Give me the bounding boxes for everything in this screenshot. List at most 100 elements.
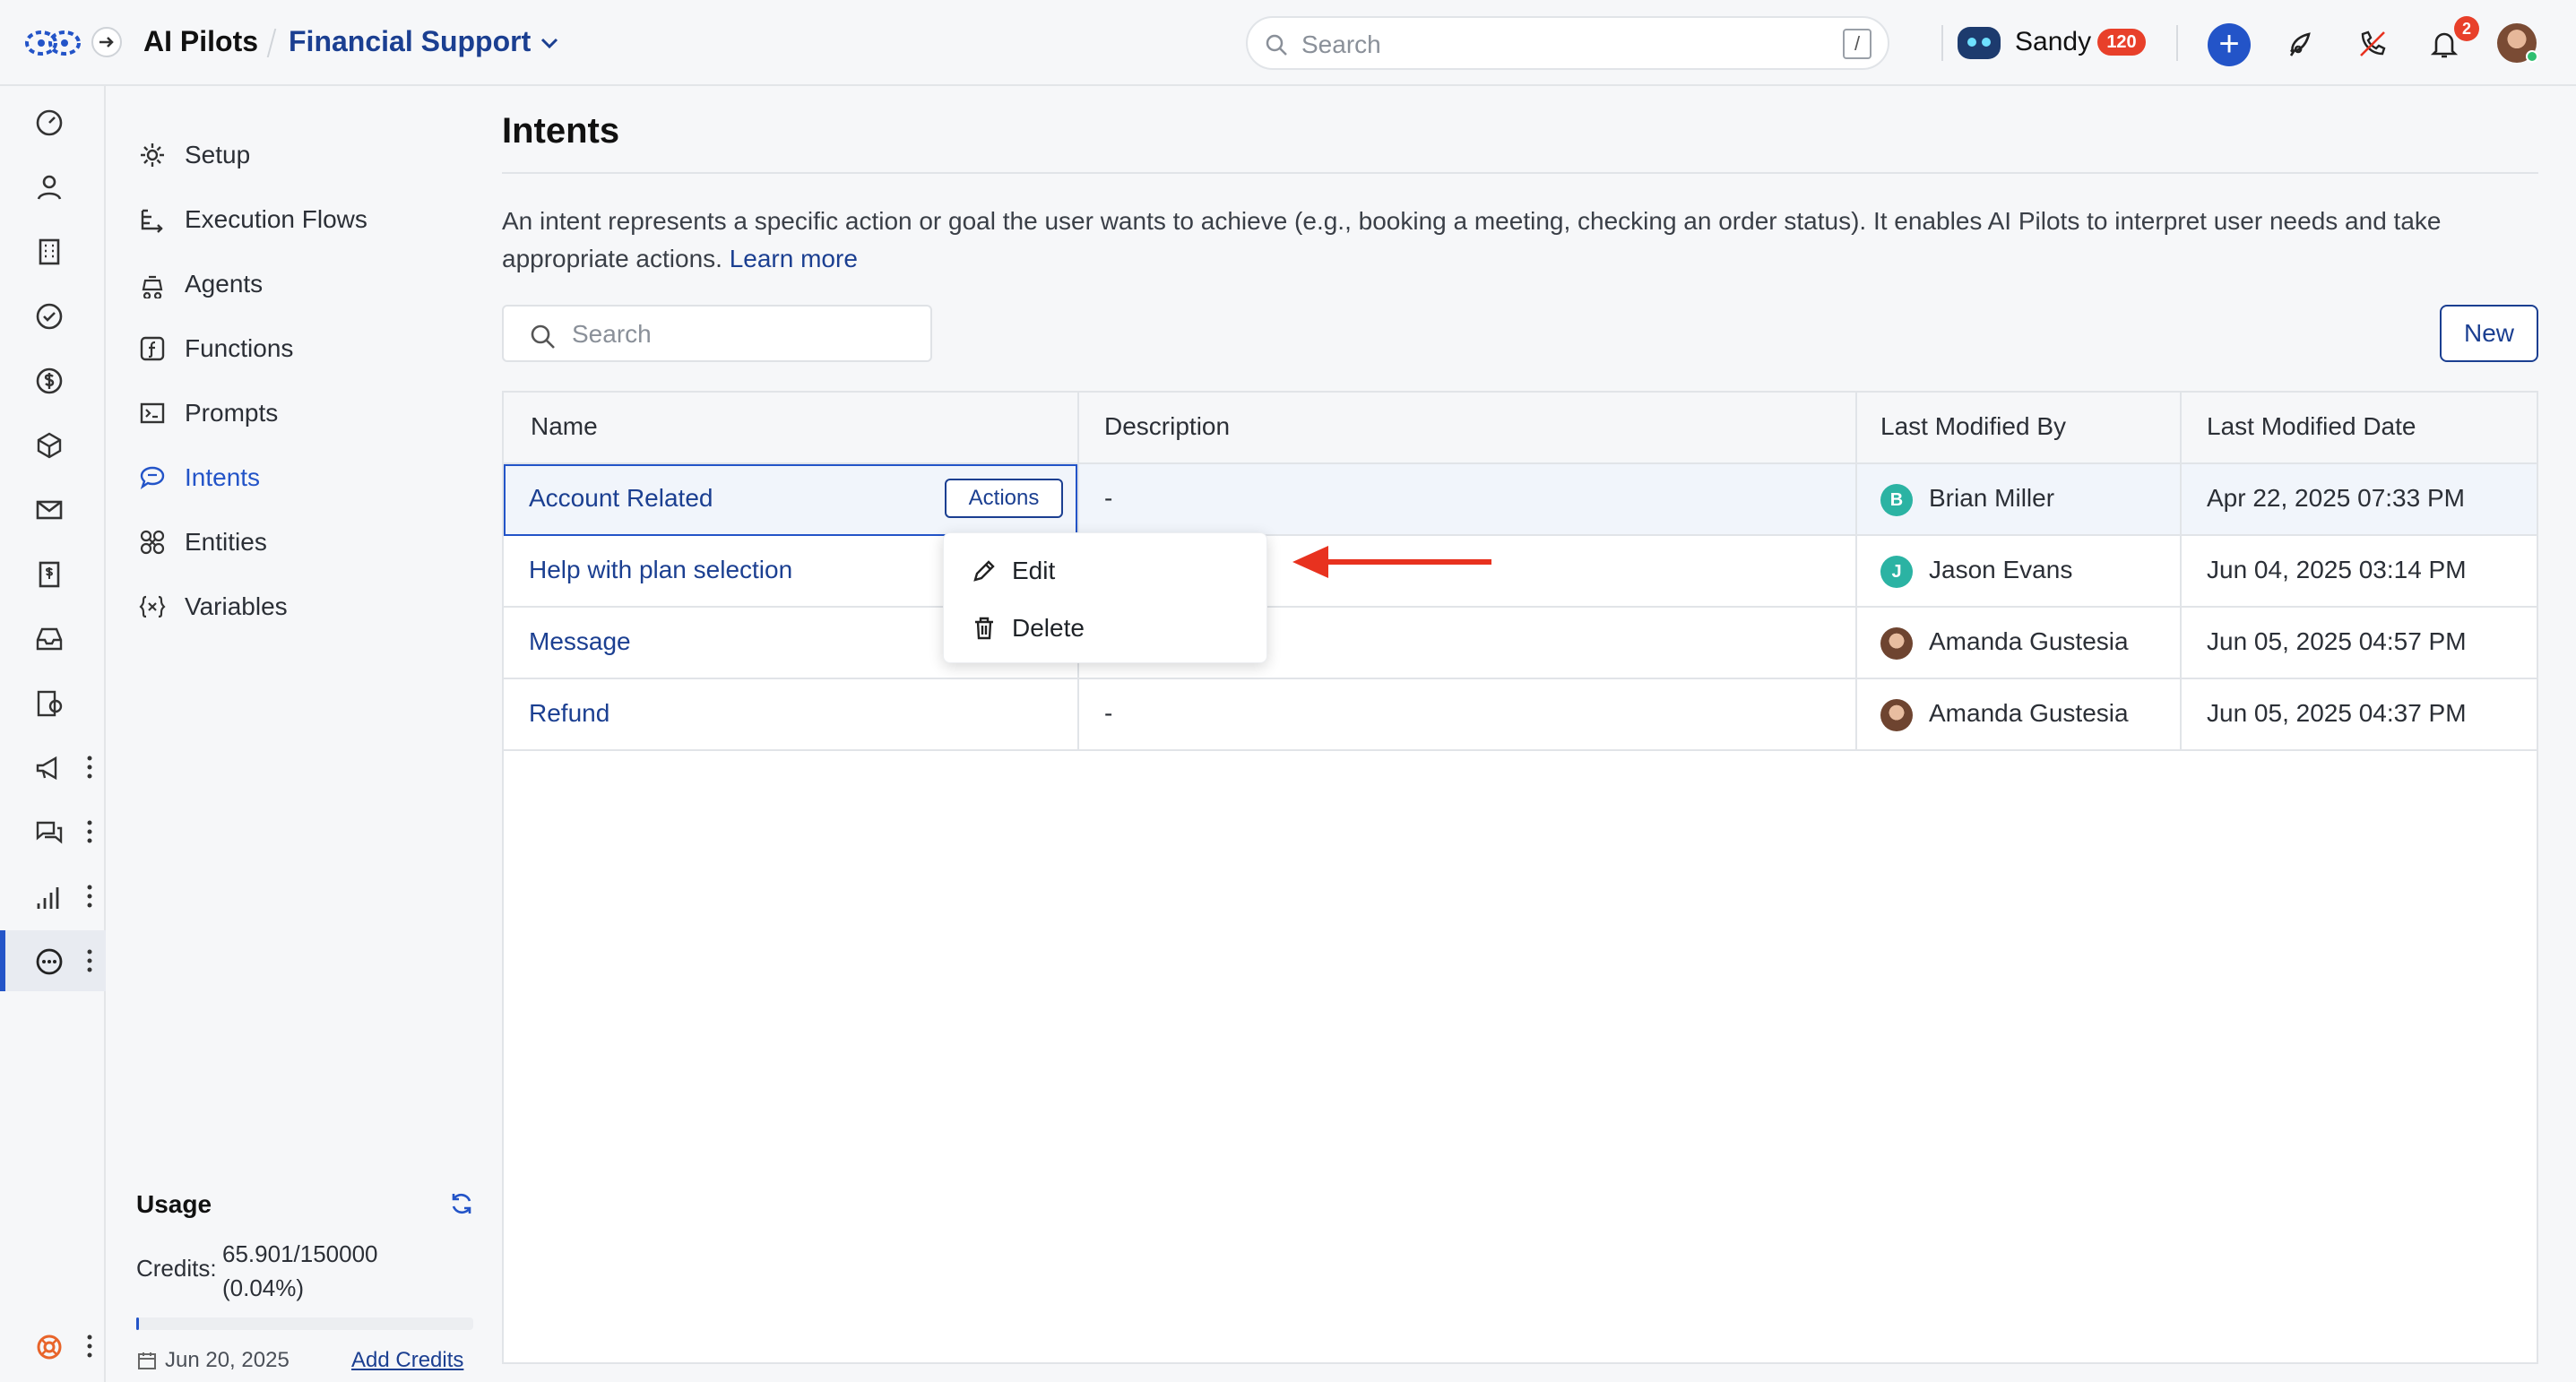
online-status-dot xyxy=(2526,50,2538,63)
subnav-item-execution-flows[interactable]: Execution Flows xyxy=(138,197,479,242)
actions-button[interactable]: Actions xyxy=(945,479,1063,518)
rail-mail[interactable] xyxy=(0,479,106,540)
table-row[interactable]: Refund - Amanda Gustesia Jun 05, 2025 04… xyxy=(504,679,2537,751)
subnav-item-setup[interactable]: Setup xyxy=(138,133,479,177)
user-name[interactable]: Sandy xyxy=(2015,27,2091,57)
more-vertical-icon[interactable] xyxy=(86,945,93,977)
intent-name-link[interactable]: Refund xyxy=(529,699,609,728)
logo-icon[interactable] xyxy=(23,27,82,59)
rail-ai-pilots[interactable] xyxy=(0,930,106,991)
subnav-label: Execution Flows xyxy=(185,205,367,233)
more-vertical-icon[interactable] xyxy=(86,816,93,848)
table-row[interactable]: Help with plan selection J Jason Evans J… xyxy=(504,536,2537,608)
user-avatar xyxy=(1880,699,1913,731)
table-row[interactable]: Message Amanda Gustesia Jun 05, 2025 04:… xyxy=(504,608,2537,679)
rail-deals[interactable] xyxy=(0,350,106,410)
project-selector[interactable]: Financial Support xyxy=(289,25,531,58)
subnav-label: Setup xyxy=(185,141,251,168)
column-divider xyxy=(2180,393,2182,751)
calendar-icon xyxy=(138,1352,156,1369)
global-search-placeholder: Search xyxy=(1301,30,1381,58)
intent-name-link[interactable]: Account Related xyxy=(529,484,713,513)
rail-campaigns[interactable] xyxy=(0,737,106,798)
subnav-item-functions[interactable]: Functions xyxy=(138,326,479,371)
app-title: AI Pilots xyxy=(143,25,259,57)
user-avatar: B xyxy=(1880,484,1913,516)
menu-item-edit[interactable]: Edit xyxy=(944,544,1266,598)
more-vertical-icon[interactable] xyxy=(86,880,93,912)
more-vertical-icon[interactable] xyxy=(86,1330,93,1362)
quick-add-button[interactable]: + xyxy=(2208,23,2251,66)
rail-help[interactable] xyxy=(0,1316,106,1377)
usage-reset-date: Jun 20, 2025 xyxy=(165,1348,290,1372)
modified-by: Jason Evans xyxy=(1929,556,2073,583)
main-content: Intents An intent represents a specific … xyxy=(502,86,2576,1382)
agent-icon xyxy=(142,275,163,298)
divider xyxy=(1941,25,1943,61)
modified-by: Amanda Gustesia xyxy=(1929,627,2129,655)
chat-icon xyxy=(36,821,63,844)
bot-avatar[interactable] xyxy=(1958,27,2001,59)
credits-label: Credits: xyxy=(136,1255,217,1282)
phone-off-icon[interactable] xyxy=(2356,27,2390,61)
subnav-label: Intents xyxy=(185,463,261,491)
page-description: An intent represents a specific action o… xyxy=(502,203,2538,278)
contacts-icon xyxy=(37,175,62,200)
collapse-sidebar-button[interactable] xyxy=(91,27,122,57)
help-ring-icon xyxy=(37,1334,62,1360)
rail-invoices[interactable] xyxy=(0,543,106,604)
column-header-description[interactable]: Description xyxy=(1104,412,1230,441)
top-bar: AI Pilots Financial Support Search / San… xyxy=(0,0,2576,86)
rail-products[interactable] xyxy=(0,414,106,475)
refresh-icon[interactable] xyxy=(448,1190,475,1217)
column-header-name[interactable]: Name xyxy=(531,412,598,441)
column-header-modified-date[interactable]: Last Modified Date xyxy=(2207,412,2416,441)
rail-companies[interactable] xyxy=(0,220,106,281)
rail-conversations[interactable] xyxy=(0,801,106,862)
subnav-item-intents[interactable]: Intents xyxy=(138,455,479,500)
more-vertical-icon[interactable] xyxy=(86,751,93,783)
analytics-icon xyxy=(37,887,59,909)
column-header-modified-by[interactable]: Last Modified By xyxy=(1880,412,2066,441)
rail-tasks[interactable] xyxy=(0,285,106,346)
intent-name-link[interactable]: Message xyxy=(529,627,631,656)
column-divider xyxy=(1855,393,1857,751)
subnav-item-prompts[interactable]: Prompts xyxy=(138,391,479,436)
intents-search-input[interactable] xyxy=(572,315,912,353)
subnav-label: Agents xyxy=(185,270,264,298)
rail-analytics[interactable] xyxy=(0,866,106,927)
inbox-icon xyxy=(36,627,63,651)
notification-count-badge: 2 xyxy=(2454,16,2479,41)
user-avatar: J xyxy=(1880,556,1913,588)
title-separator xyxy=(266,29,277,57)
intent-name-link[interactable]: Help with plan selection xyxy=(529,556,792,584)
subnav-item-agents[interactable]: Agents xyxy=(138,262,479,307)
annotation-arrow xyxy=(1292,546,1491,578)
new-intent-button[interactable]: New xyxy=(2440,305,2538,362)
gear-icon xyxy=(141,143,164,167)
credits-percent: (0.04%) xyxy=(222,1274,305,1301)
rocket-icon[interactable] xyxy=(2284,27,2318,61)
subnav-label: Entities xyxy=(185,528,267,556)
credits-value: 65.901/150000 (0.04%) xyxy=(222,1237,419,1305)
subnav-item-entities[interactable]: Entities xyxy=(138,520,479,565)
subnav-item-variables[interactable]: Variables xyxy=(138,584,479,629)
building-icon xyxy=(39,238,60,265)
pencil-icon xyxy=(973,560,995,582)
table-row[interactable]: Account Related Actions - B Brian Miller… xyxy=(504,464,2537,536)
flow-icon xyxy=(141,209,163,233)
credits-progress-fill xyxy=(136,1317,139,1330)
rail-dashboard[interactable] xyxy=(0,91,106,152)
rail-forms[interactable] xyxy=(0,672,106,733)
menu-item-delete[interactable]: Delete xyxy=(944,601,1266,655)
add-credits-link[interactable]: Add Credits xyxy=(351,1348,463,1373)
ai-pilots-subnav: Setup Execution Flows Agents Functions P… xyxy=(106,86,502,1382)
modified-date: Apr 22, 2025 07:33 PM xyxy=(2207,484,2465,512)
global-search-input[interactable]: Search / xyxy=(1246,16,1889,70)
cube-icon xyxy=(37,432,62,459)
learn-more-link[interactable]: Learn more xyxy=(730,245,858,272)
rail-inbox[interactable] xyxy=(0,608,106,669)
mail-icon xyxy=(36,500,63,520)
chevron-down-icon[interactable] xyxy=(538,34,561,52)
rail-contacts[interactable] xyxy=(0,156,106,217)
